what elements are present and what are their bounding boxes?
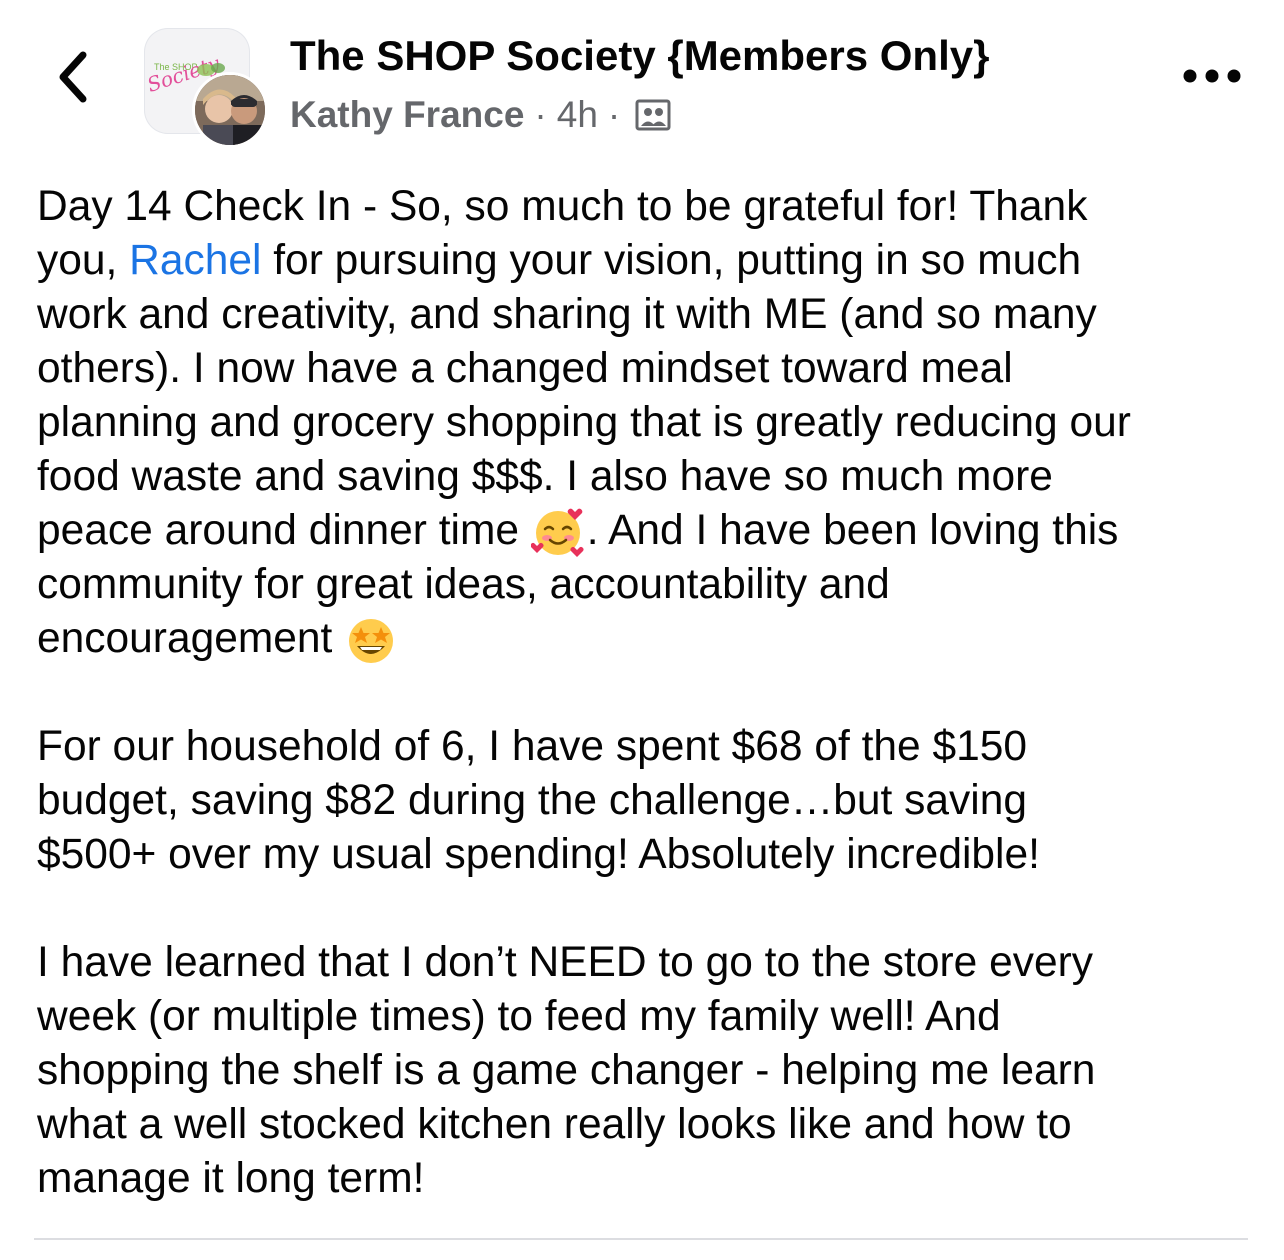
text-line: peace around dinner time . And I have be… bbox=[37, 504, 1262, 558]
group-name[interactable]: The SHOP Society {Members Only} bbox=[290, 30, 989, 82]
more-options-button[interactable] bbox=[1180, 58, 1244, 94]
text-line: week (or multiple times) to feed my fami… bbox=[37, 993, 1001, 1040]
text-line: For our household of 6, I have spent $68… bbox=[37, 723, 1028, 770]
text-line: community for great ideas, accountabilit… bbox=[37, 561, 890, 608]
text-segment: . And I have been loving this bbox=[586, 507, 1119, 554]
text-segment: you, bbox=[37, 237, 130, 284]
text-line: $500+ over my usual spending! Absolutely… bbox=[37, 831, 1040, 878]
meta-separator: · bbox=[607, 94, 621, 135]
text-line: Day 14 Check In - So, so much to be grat… bbox=[37, 183, 1088, 230]
text-line: what a well stocked kitchen really looks… bbox=[37, 1101, 1072, 1148]
post-paragraph: Day 14 Check In - So, so much to be grat… bbox=[37, 180, 1262, 666]
text-segment: peace around dinner time bbox=[37, 507, 531, 554]
more-dots-icon bbox=[1183, 69, 1241, 83]
post-text: Day 14 Check In - So, so much to be grat… bbox=[37, 180, 1262, 1260]
text-line: food waste and saving $$$. I also have s… bbox=[37, 453, 1053, 500]
author-avatar[interactable] bbox=[192, 72, 268, 148]
star-struck-emoji-icon bbox=[344, 612, 400, 666]
avatar-stack[interactable]: The SHOP Society bbox=[144, 28, 268, 148]
members-group-icon bbox=[634, 96, 672, 134]
text-line: I have learned that I don’t NEED to go t… bbox=[37, 939, 1094, 986]
text-line: you, Rachel for pursuing your vision, pu… bbox=[37, 234, 1262, 288]
post-paragraph: For our household of 6, I have spent $68… bbox=[37, 720, 1262, 882]
divider bbox=[34, 1238, 1248, 1240]
meta-separator: · bbox=[534, 94, 547, 135]
text-segment: for pursuing your vision, putting in so … bbox=[261, 237, 1082, 284]
text-line: work and creativity, and sharing it with… bbox=[37, 291, 1097, 338]
text-line: manage it long term! bbox=[37, 1155, 425, 1202]
text-line: others). I now have a changed mindset to… bbox=[37, 345, 1013, 392]
text-line: shopping the shelf is a game changer - h… bbox=[37, 1047, 1096, 1094]
text-line: encouragement bbox=[37, 612, 1262, 666]
post-meta: Kathy France · 4h · bbox=[290, 93, 672, 137]
smiling-face-with-hearts-emoji-icon bbox=[530, 504, 587, 558]
text-line: planning and grocery shopping that is gr… bbox=[37, 399, 1131, 446]
post-paragraph: I have learned that I don’t NEED to go t… bbox=[37, 936, 1262, 1206]
text-line: budget, saving $82 during the challenge…… bbox=[37, 777, 1028, 824]
text-segment: encouragement bbox=[37, 615, 345, 662]
post-time[interactable]: 4h bbox=[557, 93, 598, 137]
mention-link[interactable]: Rachel bbox=[129, 237, 261, 284]
author-photo bbox=[195, 75, 265, 145]
post-header: The SHOP Society The SHOP Society {Membe… bbox=[0, 0, 1284, 170]
author-name[interactable]: Kathy France bbox=[290, 93, 524, 137]
back-button[interactable] bbox=[40, 40, 104, 114]
chevron-left-icon bbox=[59, 51, 87, 103]
